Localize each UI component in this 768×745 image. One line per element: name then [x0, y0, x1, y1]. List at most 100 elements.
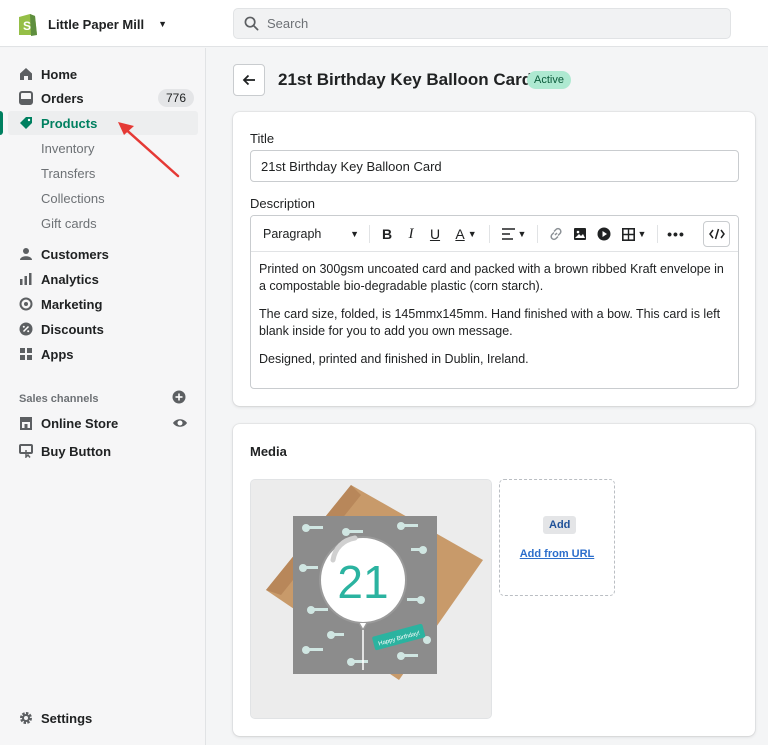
back-button[interactable]	[233, 64, 265, 96]
add-from-url-link[interactable]: Add from URL	[500, 548, 614, 560]
sidebar-item-label: Marketing	[41, 296, 103, 312]
play-icon	[597, 227, 611, 241]
sidebar-subitem-gift-cards[interactable]: Gift cards	[41, 216, 97, 231]
editor-content[interactable]: Printed on 300gsm uncoated card and pack…	[251, 253, 738, 387]
store-name: Little Paper Mill	[48, 16, 145, 32]
eye-icon[interactable]	[172, 415, 188, 431]
underline-button[interactable]: U	[427, 224, 443, 244]
chevron-down-icon: ▼	[467, 229, 477, 239]
sidebar-subitem-inventory[interactable]: Inventory	[41, 141, 94, 156]
sidebar-item-marketing[interactable]: Marketing	[8, 292, 198, 316]
person-icon	[18, 247, 33, 262]
card-number-text: 21	[337, 556, 388, 608]
search-icon	[244, 16, 259, 31]
insert-table-button[interactable]: ▼	[619, 224, 649, 244]
italic-button[interactable]: I	[403, 224, 419, 244]
code-icon	[708, 228, 725, 240]
toolbar-divider	[489, 225, 490, 243]
sidebar-item-apps[interactable]: Apps	[8, 342, 198, 366]
media-card: Media 21 Happy Birthday! Add Add from UR…	[233, 424, 755, 736]
description-paragraph: The card size, folded, is 145mmx145mm. H…	[259, 307, 721, 338]
sidebar-item-label: Online Store	[41, 415, 119, 431]
align-left-icon	[501, 228, 515, 240]
product-image[interactable]: 21 Happy Birthday!	[250, 479, 492, 719]
sidebar-item-orders[interactable]: Orders 776	[8, 86, 198, 110]
sidebar-item-label: Settings	[41, 710, 93, 726]
sales-channels-heading: Sales channels	[19, 393, 99, 405]
shopify-logo-icon: S	[19, 14, 37, 36]
description-label: Description	[250, 196, 316, 211]
sidebar-item-home[interactable]: Home	[8, 62, 198, 86]
media-dropzone[interactable]: Add Add from URL	[499, 479, 615, 596]
add-channel-icon[interactable]	[172, 390, 186, 404]
sidebar-item-label: Analytics	[41, 271, 99, 287]
sidebar-item-label: Apps	[41, 346, 74, 362]
chevron-down-icon: ▼	[158, 19, 167, 29]
title-label: Title	[250, 131, 275, 146]
sidebar-item-label: Home	[41, 66, 78, 82]
arrow-left-icon	[242, 74, 255, 86]
show-html-button[interactable]	[703, 221, 730, 247]
description-paragraph: Designed, printed and finished in Dublin…	[259, 352, 529, 366]
editor-toolbar: Paragraph ▼ B I U A ▼ ▼ ▼ •••	[251, 216, 738, 252]
home-icon	[18, 67, 33, 82]
store-switcher[interactable]: S Little Paper Mill ▼	[16, 11, 167, 37]
page-title: 21st Birthday Key Balloon Card	[278, 70, 533, 89]
title-input[interactable]	[250, 150, 739, 182]
sidebar-item-settings[interactable]: Settings	[8, 706, 198, 730]
status-badge: Active	[527, 71, 571, 89]
sidebar-item-label: Discounts	[41, 321, 104, 337]
product-photo: 21 Happy Birthday!	[251, 480, 491, 718]
chevron-down-icon: ▼	[517, 229, 527, 239]
description-editor[interactable]: Paragraph ▼ B I U A ▼ ▼ ▼ ••• Printed on…	[250, 215, 739, 389]
sidebar-item-label: Buy Button	[41, 443, 112, 459]
sidebar-item-label: Customers	[41, 246, 109, 262]
product-details-card: Title Description Paragraph ▼ B I U A ▼ …	[233, 112, 755, 406]
text-color-label: A	[455, 226, 465, 242]
link-button[interactable]	[547, 224, 565, 244]
link-icon	[550, 227, 562, 241]
apps-icon	[18, 347, 33, 362]
more-options-button[interactable]: •••	[667, 224, 685, 244]
more-horizontal-icon: •••	[667, 226, 685, 242]
toolbar-divider	[369, 225, 370, 243]
search-bar[interactable]: Search	[233, 8, 731, 39]
sidebar-item-buy-button[interactable]: Buy Button	[8, 439, 198, 463]
top-bar: S Little Paper Mill ▼ Search	[0, 0, 768, 47]
annotation-arrow-icon	[118, 122, 180, 178]
analytics-icon	[18, 272, 33, 287]
table-icon	[621, 227, 635, 241]
sidebar-item-analytics[interactable]: Analytics	[8, 267, 198, 291]
orders-icon	[18, 91, 33, 106]
media-heading: Media	[250, 444, 287, 459]
discount-icon	[18, 322, 33, 337]
paragraph-format-select[interactable]: Paragraph ▼	[263, 224, 359, 244]
search-placeholder: Search	[267, 16, 309, 31]
paragraph-format-label: Paragraph	[263, 227, 322, 241]
sidebar-item-label: Products	[41, 115, 98, 131]
text-color-button[interactable]: A ▼	[451, 224, 481, 244]
active-indicator	[0, 111, 3, 135]
orders-count-badge: 776	[157, 89, 194, 107]
sidebar-subitem-transfers[interactable]: Transfers	[41, 166, 95, 181]
image-icon	[574, 228, 586, 240]
marketing-icon	[18, 297, 33, 312]
sidebar-subitem-collections[interactable]: Collections	[41, 191, 105, 206]
add-media-button[interactable]: Add	[543, 516, 577, 534]
insert-image-button[interactable]	[571, 224, 589, 244]
toolbar-divider	[657, 225, 658, 243]
align-button[interactable]: ▼	[499, 224, 529, 244]
sidebar-item-label: Orders	[41, 90, 84, 106]
bold-button[interactable]: B	[379, 224, 395, 244]
toolbar-divider	[537, 225, 538, 243]
store-icon	[18, 416, 33, 431]
chevron-down-icon: ▼	[637, 229, 647, 239]
insert-video-button[interactable]	[595, 224, 613, 244]
buy-button-icon	[18, 444, 33, 459]
sidebar-item-online-store[interactable]: Online Store	[8, 411, 198, 435]
description-paragraph: Printed on 300gsm uncoated card and pack…	[259, 262, 724, 293]
sidebar-item-customers[interactable]: Customers	[8, 242, 198, 266]
gear-icon	[18, 711, 33, 726]
sidebar-item-discounts[interactable]: Discounts	[8, 317, 198, 341]
tag-icon	[18, 116, 33, 131]
